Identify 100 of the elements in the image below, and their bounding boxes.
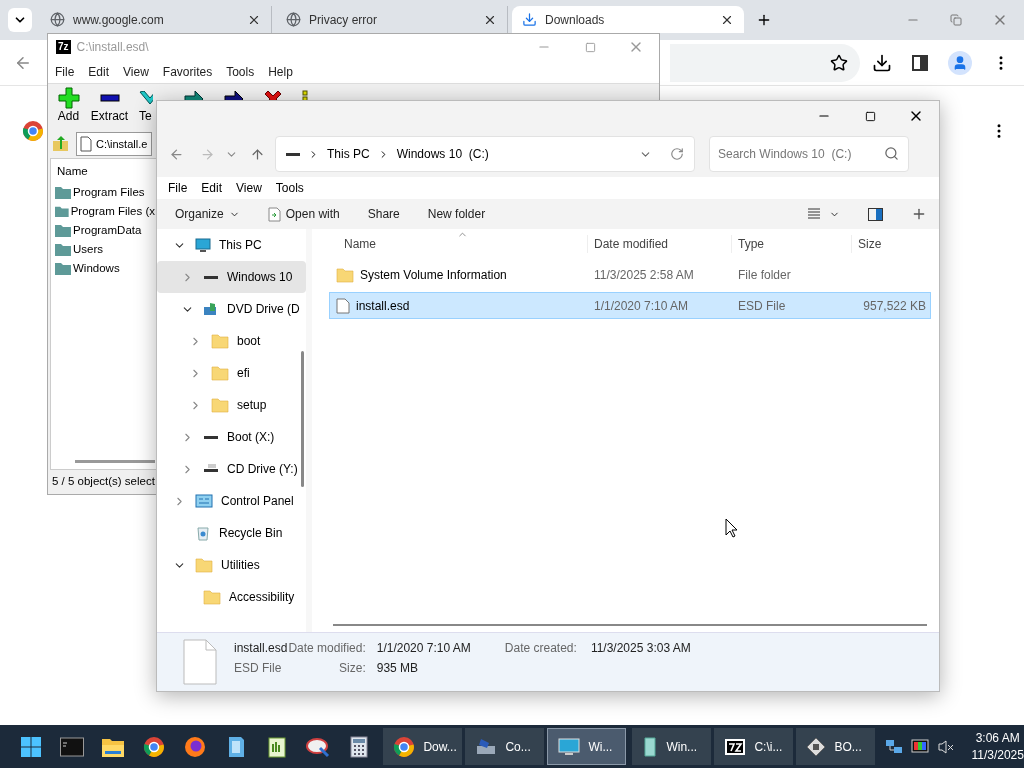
folder-icon: [195, 557, 213, 573]
calculator-icon[interactable]: [349, 735, 368, 758]
usb-drive-icon: [642, 735, 659, 758]
display-icon[interactable]: [911, 738, 930, 755]
file-list-item[interactable]: Users: [51, 240, 155, 259]
command-button[interactable]: New folder: [427, 205, 486, 223]
drive-icon: [204, 435, 218, 439]
menu-item[interactable]: Help: [268, 62, 293, 81]
maximize-icon[interactable]: [864, 110, 876, 122]
taskbar-window-button[interactable]: Wi...: [547, 728, 627, 765]
file-row[interactable]: install.esd 1/1/2020 7:10 AM ESD File 957,522 KB: [329, 292, 931, 319]
volume-muted-icon[interactable]: [937, 738, 956, 755]
folder-icon: [55, 243, 71, 256]
file-list-item[interactable]: ProgramData: [51, 221, 155, 240]
firefox-icon[interactable]: [184, 735, 207, 758]
search-icon[interactable]: [884, 146, 899, 161]
up-icon[interactable]: [250, 146, 265, 162]
side-panel-icon[interactable]: [912, 54, 928, 71]
menu-item[interactable]: File: [168, 179, 188, 197]
tab-list-button[interactable]: [8, 8, 32, 32]
back-icon[interactable]: [169, 146, 184, 162]
check-icon: [139, 91, 153, 105]
star-icon[interactable]: [830, 53, 848, 72]
file-list-item[interactable]: Program Files (x: [51, 202, 155, 221]
menu-item[interactable]: Edit: [201, 179, 223, 197]
chrome-icon[interactable]: [143, 735, 166, 758]
search-field[interactable]: Search Windows 10 (C:): [709, 136, 909, 172]
palette-icon[interactable]: [306, 735, 331, 758]
tree-item[interactable]: Accessibility: [157, 581, 307, 613]
profile-icon[interactable]: [948, 50, 972, 75]
taskbar-window-button[interactable]: C:\i...: [714, 728, 794, 765]
tree-item[interactable]: DVD Drive (D: [157, 293, 307, 325]
toolbar-button[interactable]: [264, 90, 282, 100]
terminal-icon[interactable]: [60, 736, 85, 757]
window-title: C:\install.esd\: [76, 39, 150, 56]
notepad-icon[interactable]: [226, 735, 247, 758]
file-list-item[interactable]: Program Files: [51, 183, 155, 202]
tree-item[interactable]: efi: [157, 357, 307, 389]
command-button[interactable]: Organize: [175, 205, 240, 223]
file-list-item[interactable]: Windows: [51, 259, 155, 278]
column-header[interactable]: Size: [851, 235, 929, 253]
taskbar-window-button[interactable]: BO...: [796, 728, 876, 765]
taskbar-window-button[interactable]: Co...: [465, 728, 545, 765]
start-icon[interactable]: [20, 735, 43, 758]
globe-icon: [50, 12, 65, 27]
toolbar-button[interactable]: [184, 90, 204, 100]
plus-icon: [57, 87, 80, 109]
tree-item[interactable]: Utilities: [157, 549, 307, 581]
folder-up-icon[interactable]: [52, 135, 70, 153]
tree-item[interactable]: CD Drive (Y:): [157, 453, 307, 485]
refresh-icon[interactable]: [670, 147, 684, 161]
taskbar-window-button[interactable]: Win...: [632, 728, 712, 765]
path-field[interactable]: C:\install.e: [76, 132, 152, 156]
folder-icon: [55, 262, 71, 275]
table-cell-text: ESD File: [737, 297, 787, 315]
folder-icon: [55, 205, 69, 218]
folder-icon: [211, 397, 229, 413]
taskbar-window-button[interactable]: Dow...: [383, 728, 463, 765]
command-button[interactable]: Share: [367, 205, 400, 223]
menu-item[interactable]: Edit: [88, 62, 110, 81]
breadcrumb-item[interactable]: Windows 10 (C:): [396, 145, 489, 163]
toolbar-button[interactable]: [224, 90, 244, 100]
menu-item[interactable]: Tools: [226, 62, 255, 81]
list-view-icon[interactable]: [807, 208, 821, 220]
command-button[interactable]: Open with: [267, 205, 340, 223]
browser-tab[interactable]: Downloads: [512, 6, 744, 33]
toolbar-button[interactable]: Te: [130, 87, 154, 123]
tree-item[interactable]: setup: [157, 389, 307, 421]
tree-item[interactable]: Control Panel: [157, 485, 307, 517]
menu-item[interactable]: View: [123, 62, 149, 81]
plus-icon[interactable]: [911, 206, 927, 222]
breadcrumb-item[interactable]: This PC: [327, 145, 370, 163]
address-bar[interactable]: This PC Windows 10 (C:): [275, 136, 695, 172]
tree-item[interactable]: boot: [157, 325, 307, 357]
toolbar-button[interactable]: Extract: [89, 87, 130, 123]
new-tab-icon[interactable]: [756, 12, 772, 28]
network-icon[interactable]: [885, 738, 904, 755]
menu-item[interactable]: Favorites: [162, 62, 213, 81]
column-header[interactable]: Name: [329, 235, 587, 253]
clock[interactable]: 3:06 AM 11/3/2025: [971, 729, 1024, 764]
menu-item[interactable]: File: [55, 62, 75, 81]
file-row[interactable]: System Volume Information 11/3/2025 2:58 AM File folder: [329, 261, 931, 288]
chrome-icon[interactable]: [393, 735, 416, 758]
download-icon[interactable]: [872, 52, 892, 73]
globe-icon: [286, 12, 301, 27]
tree-item[interactable]: Windows 10: [157, 261, 307, 293]
toolbar-button[interactable]: Add: [48, 87, 89, 123]
tree-item[interactable]: Boot (X:): [157, 421, 307, 453]
tree-item[interactable]: Recycle Bin: [157, 517, 307, 549]
folder-icon: [55, 224, 71, 237]
column-header[interactable]: Date modified: [587, 235, 731, 253]
arrow-icon: [224, 90, 244, 100]
field-value: 935 MB: [375, 660, 420, 677]
column-header: Name: [56, 164, 89, 179]
column-header[interactable]: Type: [731, 235, 851, 253]
editor-icon[interactable]: [267, 735, 288, 758]
menu-item[interactable]: Tools: [275, 179, 304, 197]
tree-item[interactable]: This PC: [157, 229, 307, 261]
menu-item[interactable]: View: [236, 179, 262, 197]
preview-pane-icon[interactable]: [868, 207, 883, 221]
